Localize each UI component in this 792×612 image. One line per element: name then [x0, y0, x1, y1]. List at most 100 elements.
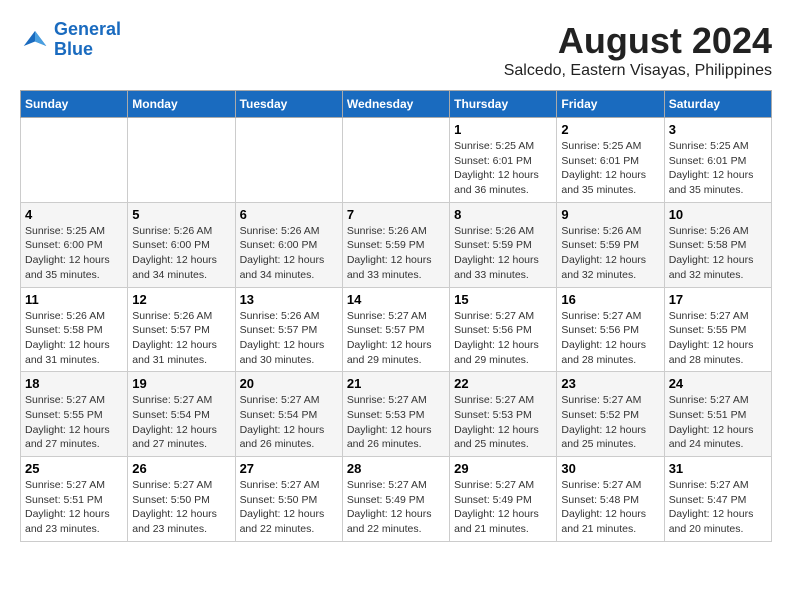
- week-row-3: 18 Sunrise: 5:27 AM Sunset: 5:55 PM Dayli…: [21, 372, 772, 457]
- day-info: Sunrise: 5:27 AM Sunset: 5:51 PM Dayligh…: [25, 478, 123, 537]
- day-number: 2: [561, 122, 659, 137]
- day-info: Sunrise: 5:26 AM Sunset: 5:57 PM Dayligh…: [132, 309, 230, 368]
- day-info: Sunrise: 5:25 AM Sunset: 6:00 PM Dayligh…: [25, 224, 123, 283]
- day-info: Sunrise: 5:27 AM Sunset: 5:50 PM Dayligh…: [132, 478, 230, 537]
- day-info: Sunrise: 5:26 AM Sunset: 5:59 PM Dayligh…: [347, 224, 445, 283]
- calendar-cell: 23Sunrise: 5:27 AM Sunset: 5:52 PM Dayli…: [557, 372, 664, 457]
- calendar-table: SundayMondayTuesdayWednesdayThursdayFrid…: [20, 90, 772, 542]
- day-info: Sunrise: 5:26 AM Sunset: 5:59 PM Dayligh…: [454, 224, 552, 283]
- calendar-cell: 26 Sunrise: 5:27 AM Sunset: 5:50 PM Dayli…: [128, 457, 235, 542]
- calendar-cell: 1 Sunrise: 5:25 AM Sunset: 6:01 PM Daylig…: [450, 118, 557, 203]
- day-info: Sunrise: 5:27 AM Sunset: 5:56 PM Dayligh…: [561, 309, 659, 368]
- page-header: General Blue August 2024 Salcedo, Easter…: [20, 20, 772, 80]
- calendar-cell: 13 Sunrise: 5:26 AM Sunset: 5:57 PM Dayli…: [235, 287, 342, 372]
- week-row-2: 11 Sunrise: 5:26 AM Sunset: 5:58 PM Dayli…: [21, 287, 772, 372]
- day-number: 13: [240, 292, 338, 307]
- day-number: 11: [25, 292, 123, 307]
- calendar-body: 1 Sunrise: 5:25 AM Sunset: 6:01 PM Daylig…: [21, 118, 772, 542]
- day-info: Sunrise: 5:27 AM Sunset: 5:57 PM Dayligh…: [347, 309, 445, 368]
- day-number: 20: [240, 376, 338, 391]
- calendar-cell: 14Sunrise: 5:27 AM Sunset: 5:57 PM Dayli…: [342, 287, 449, 372]
- header-friday: Friday: [557, 91, 664, 118]
- week-row-4: 25 Sunrise: 5:27 AM Sunset: 5:51 PM Dayli…: [21, 457, 772, 542]
- day-number: 24: [669, 376, 767, 391]
- day-info: Sunrise: 5:27 AM Sunset: 5:49 PM Dayligh…: [454, 478, 552, 537]
- day-info: Sunrise: 5:25 AM Sunset: 6:01 PM Dayligh…: [561, 139, 659, 198]
- day-number: 30: [561, 461, 659, 476]
- day-number: 18: [25, 376, 123, 391]
- calendar-cell: [342, 118, 449, 203]
- day-info: Sunrise: 5:26 AM Sunset: 6:00 PM Dayligh…: [132, 224, 230, 283]
- calendar-cell: 25 Sunrise: 5:27 AM Sunset: 5:51 PM Dayli…: [21, 457, 128, 542]
- day-number: 27: [240, 461, 338, 476]
- day-info: Sunrise: 5:27 AM Sunset: 5:55 PM Dayligh…: [669, 309, 767, 368]
- page-subtitle: Salcedo, Eastern Visayas, Philippines: [504, 62, 772, 80]
- calendar-cell: 5 Sunrise: 5:26 AM Sunset: 6:00 PM Daylig…: [128, 202, 235, 287]
- day-info: Sunrise: 5:27 AM Sunset: 5:54 PM Dayligh…: [240, 393, 338, 452]
- calendar-cell: 29Sunrise: 5:27 AM Sunset: 5:49 PM Dayli…: [450, 457, 557, 542]
- day-number: 1: [454, 122, 552, 137]
- day-info: Sunrise: 5:26 AM Sunset: 5:58 PM Dayligh…: [669, 224, 767, 283]
- calendar-cell: 8Sunrise: 5:26 AM Sunset: 5:59 PM Daylig…: [450, 202, 557, 287]
- calendar-cell: 30 Sunrise: 5:27 AM Sunset: 5:48 PM Dayli…: [557, 457, 664, 542]
- logo: General Blue: [20, 20, 121, 60]
- day-info: Sunrise: 5:26 AM Sunset: 5:59 PM Dayligh…: [561, 224, 659, 283]
- calendar-cell: 9Sunrise: 5:26 AM Sunset: 5:59 PM Daylig…: [557, 202, 664, 287]
- calendar-cell: 31 Sunrise: 5:27 AM Sunset: 5:47 PM Dayli…: [664, 457, 771, 542]
- day-info: Sunrise: 5:27 AM Sunset: 5:48 PM Dayligh…: [561, 478, 659, 537]
- day-number: 31: [669, 461, 767, 476]
- day-number: 17: [669, 292, 767, 307]
- calendar-cell: 6Sunrise: 5:26 AM Sunset: 6:00 PM Daylig…: [235, 202, 342, 287]
- calendar-cell: 3 Sunrise: 5:25 AM Sunset: 6:01 PM Daylig…: [664, 118, 771, 203]
- day-info: Sunrise: 5:25 AM Sunset: 6:01 PM Dayligh…: [669, 139, 767, 198]
- day-number: 22: [454, 376, 552, 391]
- calendar-cell: 7 Sunrise: 5:26 AM Sunset: 5:59 PM Daylig…: [342, 202, 449, 287]
- logo-text: General Blue: [54, 20, 121, 60]
- week-row-1: 4 Sunrise: 5:25 AM Sunset: 6:00 PM Daylig…: [21, 202, 772, 287]
- day-info: Sunrise: 5:27 AM Sunset: 5:55 PM Dayligh…: [25, 393, 123, 452]
- logo-line2: Blue: [54, 39, 93, 59]
- title-block: August 2024 Salcedo, Eastern Visayas, Ph…: [504, 20, 772, 80]
- calendar-cell: 17 Sunrise: 5:27 AM Sunset: 5:55 PM Dayli…: [664, 287, 771, 372]
- header-tuesday: Tuesday: [235, 91, 342, 118]
- calendar-cell: 15 Sunrise: 5:27 AM Sunset: 5:56 PM Dayli…: [450, 287, 557, 372]
- calendar-cell: 27Sunrise: 5:27 AM Sunset: 5:50 PM Dayli…: [235, 457, 342, 542]
- day-info: Sunrise: 5:26 AM Sunset: 5:57 PM Dayligh…: [240, 309, 338, 368]
- calendar-cell: 22 Sunrise: 5:27 AM Sunset: 5:53 PM Dayli…: [450, 372, 557, 457]
- day-number: 3: [669, 122, 767, 137]
- calendar-cell: 20 Sunrise: 5:27 AM Sunset: 5:54 PM Dayli…: [235, 372, 342, 457]
- day-number: 7: [347, 207, 445, 222]
- header-row: SundayMondayTuesdayWednesdayThursdayFrid…: [21, 91, 772, 118]
- day-info: Sunrise: 5:27 AM Sunset: 5:47 PM Dayligh…: [669, 478, 767, 537]
- day-number: 6: [240, 207, 338, 222]
- calendar-header: SundayMondayTuesdayWednesdayThursdayFrid…: [21, 91, 772, 118]
- day-number: 21: [347, 376, 445, 391]
- day-info: Sunrise: 5:26 AM Sunset: 5:58 PM Dayligh…: [25, 309, 123, 368]
- day-number: 10: [669, 207, 767, 222]
- day-number: 15: [454, 292, 552, 307]
- day-number: 4: [25, 207, 123, 222]
- day-number: 26: [132, 461, 230, 476]
- day-number: 25: [25, 461, 123, 476]
- header-saturday: Saturday: [664, 91, 771, 118]
- day-number: 28: [347, 461, 445, 476]
- day-info: Sunrise: 5:27 AM Sunset: 5:56 PM Dayligh…: [454, 309, 552, 368]
- calendar-cell: [128, 118, 235, 203]
- day-info: Sunrise: 5:27 AM Sunset: 5:51 PM Dayligh…: [669, 393, 767, 452]
- calendar-cell: 18 Sunrise: 5:27 AM Sunset: 5:55 PM Dayli…: [21, 372, 128, 457]
- day-number: 5: [132, 207, 230, 222]
- day-number: 12: [132, 292, 230, 307]
- calendar-cell: 28 Sunrise: 5:27 AM Sunset: 5:49 PM Dayli…: [342, 457, 449, 542]
- day-info: Sunrise: 5:27 AM Sunset: 5:53 PM Dayligh…: [347, 393, 445, 452]
- day-info: Sunrise: 5:25 AM Sunset: 6:01 PM Dayligh…: [454, 139, 552, 198]
- calendar-cell: 2 Sunrise: 5:25 AM Sunset: 6:01 PM Daylig…: [557, 118, 664, 203]
- logo-icon: [20, 25, 50, 55]
- day-info: Sunrise: 5:27 AM Sunset: 5:53 PM Dayligh…: [454, 393, 552, 452]
- calendar-cell: 4 Sunrise: 5:25 AM Sunset: 6:00 PM Daylig…: [21, 202, 128, 287]
- header-wednesday: Wednesday: [342, 91, 449, 118]
- calendar-cell: 12 Sunrise: 5:26 AM Sunset: 5:57 PM Dayli…: [128, 287, 235, 372]
- day-info: Sunrise: 5:27 AM Sunset: 5:49 PM Dayligh…: [347, 478, 445, 537]
- calendar-cell: 16Sunrise: 5:27 AM Sunset: 5:56 PM Dayli…: [557, 287, 664, 372]
- header-sunday: Sunday: [21, 91, 128, 118]
- header-monday: Monday: [128, 91, 235, 118]
